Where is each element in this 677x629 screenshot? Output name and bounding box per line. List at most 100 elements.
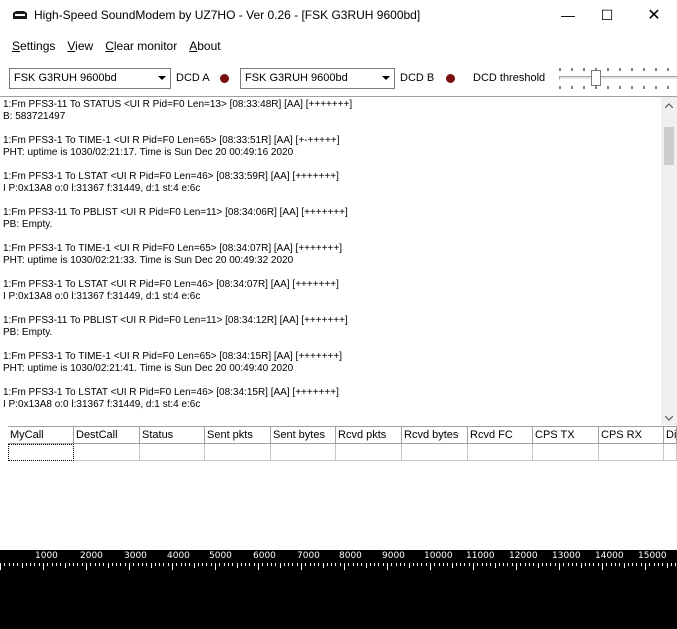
frame-body: PHT: uptime is 1030/02:21:33. Time is Su… bbox=[3, 255, 294, 266]
dcd-a-label: DCD A bbox=[176, 72, 210, 84]
frame-header: 1:Fm PFS3-1 To TIME-1 <UI R Pid=F0 Len=6… bbox=[3, 243, 342, 254]
scale-label: 12000 bbox=[509, 551, 538, 561]
table-cell[interactable] bbox=[205, 444, 271, 461]
scale-label: 9000 bbox=[382, 551, 405, 561]
table-cell[interactable] bbox=[533, 444, 599, 461]
scale-label: 10000 bbox=[424, 551, 453, 561]
column-header[interactable]: Status bbox=[140, 427, 205, 444]
column-header[interactable]: Sent pkts bbox=[205, 427, 271, 444]
maximize-button[interactable]: ☐ bbox=[584, 0, 630, 30]
maximize-icon: ☐ bbox=[600, 6, 614, 23]
scale-label: 8000 bbox=[339, 551, 362, 561]
menu-settings[interactable]: Settings bbox=[0, 39, 61, 53]
scale-label: 6000 bbox=[253, 551, 276, 561]
toolbar: FSK G3RUH 9600bd DCD A FSK G3RUH 9600bd … bbox=[0, 64, 677, 94]
table-cell[interactable] bbox=[599, 444, 664, 461]
monitor-text[interactable]: 1:Fm PFS3-11 To STATUS <UI R Pid=F0 Len=… bbox=[3, 99, 661, 423]
table-cell[interactable] bbox=[74, 444, 140, 461]
frame-body: B: 583721497 bbox=[3, 111, 66, 122]
column-header[interactable]: Rcvd pkts bbox=[336, 427, 402, 444]
slider-track[interactable] bbox=[559, 76, 677, 80]
monitor-entry: 1:Fm PFS3-1 To LSTAT <UI R Pid=F0 Len=46… bbox=[3, 171, 661, 195]
minimize-icon: — bbox=[561, 7, 575, 23]
frame-body: PB: Empty. bbox=[3, 327, 53, 338]
scroll-up-icon[interactable] bbox=[661, 97, 677, 113]
dropdown-arrow-icon[interactable] bbox=[153, 69, 170, 88]
column-header[interactable]: MyCall bbox=[8, 427, 74, 444]
column-header[interactable]: Rcvd FC bbox=[468, 427, 533, 444]
scale-label: 1000 bbox=[35, 551, 58, 561]
app-icon[interactable] bbox=[12, 10, 28, 20]
frame-header: 1:Fm PFS3-1 To LSTAT <UI R Pid=F0 Len=46… bbox=[3, 279, 339, 290]
table-cell[interactable] bbox=[271, 444, 336, 461]
slider-ticks-top bbox=[559, 68, 669, 71]
monitor-entry: 1:Fm PFS3-1 To TIME-1 <UI R Pid=F0 Len=6… bbox=[3, 243, 661, 267]
monitor-entry: 1:Fm PFS3-1 To LSTAT <UI R Pid=F0 Len=46… bbox=[3, 387, 661, 411]
scrollbar-thumb[interactable] bbox=[664, 127, 674, 165]
table-cell[interactable] bbox=[336, 444, 402, 461]
dcd-a-indicator-icon bbox=[220, 74, 229, 83]
frame-header: 1:Fm PFS3-1 To LSTAT <UI R Pid=F0 Len=46… bbox=[3, 171, 339, 182]
menu-view-label: iew bbox=[75, 39, 94, 53]
table-row[interactable] bbox=[8, 444, 677, 461]
scale-label: 11000 bbox=[466, 551, 495, 561]
grid-header: MyCall DestCall Status Sent pkts Sent by… bbox=[8, 427, 677, 444]
menu-clear-monitor-accel: C bbox=[105, 39, 114, 53]
frame-body: PB: Empty. bbox=[3, 219, 53, 230]
frame-body: PHT: uptime is 1030/02:21:17. Time is Su… bbox=[3, 147, 294, 158]
scroll-down-icon[interactable] bbox=[661, 410, 677, 425]
table-cell[interactable] bbox=[664, 444, 677, 461]
menu-about[interactable]: About bbox=[183, 39, 226, 53]
menu-settings-accel: S bbox=[12, 39, 21, 53]
scale-label: 15000 bbox=[638, 551, 667, 561]
scale-label: 2000 bbox=[80, 551, 103, 561]
slider-thumb[interactable] bbox=[591, 70, 601, 86]
frame-header: 1:Fm PFS3-1 To TIME-1 <UI R Pid=F0 Len=6… bbox=[3, 135, 340, 146]
frame-body: I P:0x13A8 o:0 l:31367 f:31449, d:1 st:4… bbox=[3, 399, 201, 410]
column-header[interactable]: Sent bytes bbox=[271, 427, 336, 444]
close-button[interactable]: ✕ bbox=[631, 0, 677, 30]
scale-label: 5000 bbox=[209, 551, 232, 561]
table-cell[interactable] bbox=[402, 444, 468, 461]
monitor-entry: 1:Fm PFS3-1 To TIME-1 <UI R Pid=F0 Len=6… bbox=[3, 351, 661, 375]
column-header[interactable]: Di bbox=[664, 427, 677, 444]
dcd-threshold-slider[interactable] bbox=[559, 68, 677, 90]
close-icon: ✕ bbox=[647, 7, 661, 24]
menu-clear-monitor[interactable]: Clear monitor bbox=[99, 39, 183, 53]
menu-bar: Settings View Clear monitor About bbox=[0, 36, 227, 56]
modem-b-value: FSK G3RUH 9600bd bbox=[245, 72, 348, 84]
monitor-panel[interactable]: 1:Fm PFS3-11 To STATUS <UI R Pid=F0 Len=… bbox=[0, 96, 677, 425]
title-bar: High-Speed SoundModem by UZ7HO - Ver 0.2… bbox=[0, 0, 677, 30]
monitor-scrollbar[interactable] bbox=[661, 97, 677, 425]
column-header[interactable]: Rcvd bytes bbox=[402, 427, 468, 444]
modem-a-value: FSK G3RUH 9600bd bbox=[14, 72, 117, 84]
connections-grid[interactable]: MyCall DestCall Status Sent pkts Sent by… bbox=[8, 426, 677, 550]
monitor-entry: 1:Fm PFS3-11 To PBLIST <UI R Pid=F0 Len=… bbox=[3, 315, 661, 339]
column-header[interactable]: CPS TX bbox=[533, 427, 599, 444]
frame-header: 1:Fm PFS3-11 To PBLIST <UI R Pid=F0 Len=… bbox=[3, 207, 348, 218]
monitor-entry: 1:Fm PFS3-1 To TIME-1 <UI R Pid=F0 Len=6… bbox=[3, 135, 661, 159]
menu-view[interactable]: View bbox=[61, 39, 99, 53]
frame-body: I P:0x13A8 o:0 l:31367 f:31449, d:1 st:4… bbox=[3, 291, 201, 302]
waterfall-display[interactable]: 1000 2000 3000 4000 5000 6000 7000 8000 … bbox=[0, 550, 677, 629]
dcd-b-indicator-icon bbox=[446, 74, 455, 83]
frame-body: PHT: uptime is 1030/02:21:41. Time is Su… bbox=[3, 363, 294, 374]
window-title: High-Speed SoundModem by UZ7HO - Ver 0.2… bbox=[34, 8, 421, 22]
frequency-ruler bbox=[0, 563, 676, 570]
menu-about-label: bout bbox=[197, 39, 221, 53]
column-header[interactable]: CPS RX bbox=[599, 427, 664, 444]
table-cell[interactable] bbox=[140, 444, 205, 461]
frame-header: 1:Fm PFS3-11 To PBLIST <UI R Pid=F0 Len=… bbox=[3, 315, 348, 326]
column-header[interactable]: DestCall bbox=[74, 427, 140, 444]
table-cell[interactable] bbox=[468, 444, 533, 461]
slider-ticks-bottom bbox=[559, 86, 669, 89]
monitor-entry: 1:Fm PFS3-1 To LSTAT <UI R Pid=F0 Len=46… bbox=[3, 279, 661, 303]
frame-header: 1:Fm PFS3-1 To LSTAT <UI R Pid=F0 Len=46… bbox=[3, 387, 339, 398]
table-cell-selected[interactable] bbox=[8, 444, 74, 461]
frame-header: 1:Fm PFS3-11 To STATUS <UI R Pid=F0 Len=… bbox=[3, 99, 353, 110]
dropdown-arrow-icon[interactable] bbox=[377, 69, 394, 88]
dcd-threshold-label: DCD threshold bbox=[473, 72, 546, 84]
modem-b-select[interactable]: FSK G3RUH 9600bd bbox=[240, 68, 395, 89]
scale-label: 7000 bbox=[297, 551, 320, 561]
modem-a-select[interactable]: FSK G3RUH 9600bd bbox=[9, 68, 171, 89]
